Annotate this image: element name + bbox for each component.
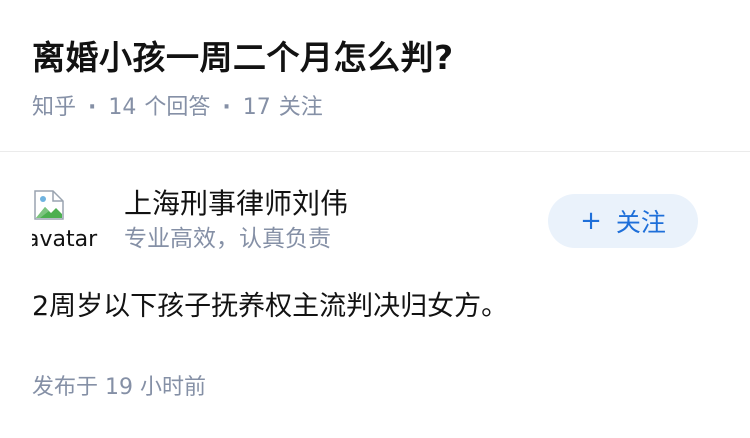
avatar-alt-text: avatar — [32, 227, 98, 252]
question-meta: 知乎 · 14 个回答 · 17 关注 — [32, 92, 718, 124]
author-info: 上海刑事律师刘伟 专业高效，认真负责 — [124, 184, 348, 254]
meta-separator: · — [222, 95, 231, 120]
avatar[interactable]: avatar — [32, 188, 98, 254]
follow-button[interactable]: + 关注 — [548, 194, 698, 248]
follow-button-label: 关注 — [615, 208, 666, 237]
answer-content[interactable]: 2周岁以下孩子抚养权主流判决归女方。 — [32, 288, 718, 326]
answer-count: 14 — [108, 95, 137, 120]
question-header: 离婚小孩一周二个月怎么判? 知乎 · 14 个回答 · 17 关注 — [32, 32, 718, 124]
author-name[interactable]: 上海刑事律师刘伟 — [124, 184, 348, 224]
answer-card: avatar 上海刑事律师刘伟 专业高效，认真负责 + 关注 2周岁以下孩子抚养… — [32, 180, 718, 404]
meta-separator: · — [88, 95, 97, 120]
publish-time: 发布于 19 小时前 — [32, 375, 206, 400]
follower-count: 17 — [242, 95, 271, 120]
author-headline: 专业高效，认真负责 — [124, 226, 331, 252]
follower-count-label: 关注 — [278, 95, 323, 120]
author-row: avatar 上海刑事律师刘伟 专业高效，认真负责 + 关注 — [32, 180, 718, 260]
broken-image-icon — [34, 190, 64, 220]
question-title[interactable]: 离婚小孩一周二个月怎么判? — [32, 32, 718, 84]
page: 离婚小孩一周二个月怎么判? 知乎 · 14 个回答 · 17 关注 avatar — [0, 0, 750, 438]
source-label[interactable]: 知乎 — [32, 92, 76, 124]
divider — [0, 151, 750, 152]
plus-icon: + — [580, 206, 602, 236]
answer-count-label: 个回答 — [144, 95, 211, 120]
